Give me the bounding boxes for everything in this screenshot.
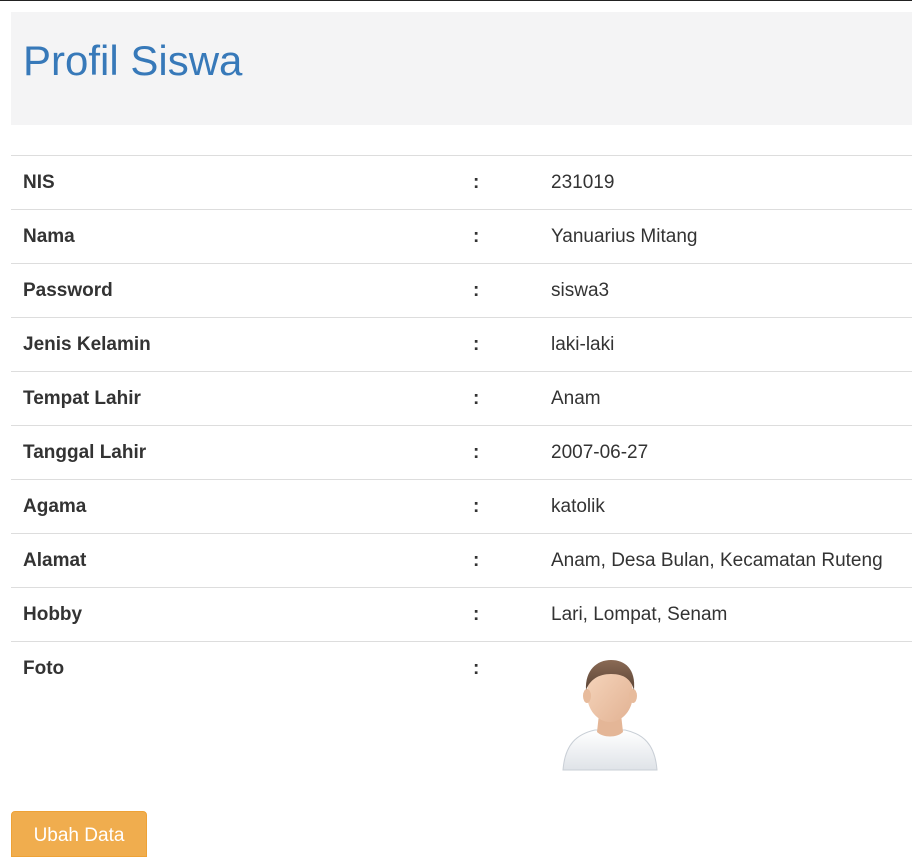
table-row: Jenis Kelamin : laki-laki (11, 317, 912, 372)
field-value: Yanuarius Mitang (551, 209, 912, 264)
field-label: Tanggal Lahir (11, 425, 461, 480)
separator: : (461, 317, 551, 372)
separator: : (461, 587, 551, 642)
table-row: Alamat : Anam, Desa Bulan, Kecamatan Rut… (11, 533, 912, 588)
window-top-border (0, 0, 912, 1)
page-title: Profil Siswa (23, 37, 243, 84)
separator: : (461, 263, 551, 318)
table-row: NIS : 231019 (11, 155, 912, 210)
user-avatar-icon (562, 660, 658, 771)
field-value: Anam, Desa Bulan, Kecamatan Ruteng (551, 533, 912, 588)
field-label-photo: Foto (11, 641, 461, 776)
table-row: Hobby : Lari, Lompat, Senam (11, 587, 912, 642)
field-label: Alamat (11, 533, 461, 588)
profile-table: NIS : 231019 Nama : Yanuarius Mitang Pas… (11, 155, 912, 776)
field-value: siswa3 (551, 263, 912, 318)
field-label: Tempat Lahir (11, 371, 461, 426)
table-row-photo: Foto : (11, 641, 912, 776)
field-value: Lari, Lompat, Senam (551, 587, 912, 642)
field-label: Jenis Kelamin (11, 317, 461, 372)
separator: : (461, 155, 551, 210)
field-label: Agama (11, 479, 461, 534)
table-row: Nama : Yanuarius Mitang (11, 209, 912, 264)
field-label: Hobby (11, 587, 461, 642)
table-row: Password : siswa3 (11, 263, 912, 318)
separator: : (461, 533, 551, 588)
field-value: Anam (551, 371, 912, 426)
separator: : (461, 209, 551, 264)
field-value: laki-laki (551, 317, 912, 372)
edit-data-button[interactable]: Ubah Data (11, 811, 147, 857)
table-row: Tempat Lahir : Anam (11, 371, 912, 426)
field-label: Nama (11, 209, 461, 264)
separator: : (461, 479, 551, 534)
table-row: Agama : katolik (11, 479, 912, 534)
separator: : (461, 371, 551, 426)
table-row: Tanggal Lahir : 2007-06-27 (11, 425, 912, 480)
separator: : (461, 641, 551, 776)
separator: : (461, 425, 551, 480)
field-value: 231019 (551, 155, 912, 210)
field-label: NIS (11, 155, 461, 210)
field-label: Password (11, 263, 461, 318)
field-value: 2007-06-27 (551, 425, 912, 480)
photo-cell (551, 641, 912, 776)
field-value: katolik (551, 479, 912, 534)
